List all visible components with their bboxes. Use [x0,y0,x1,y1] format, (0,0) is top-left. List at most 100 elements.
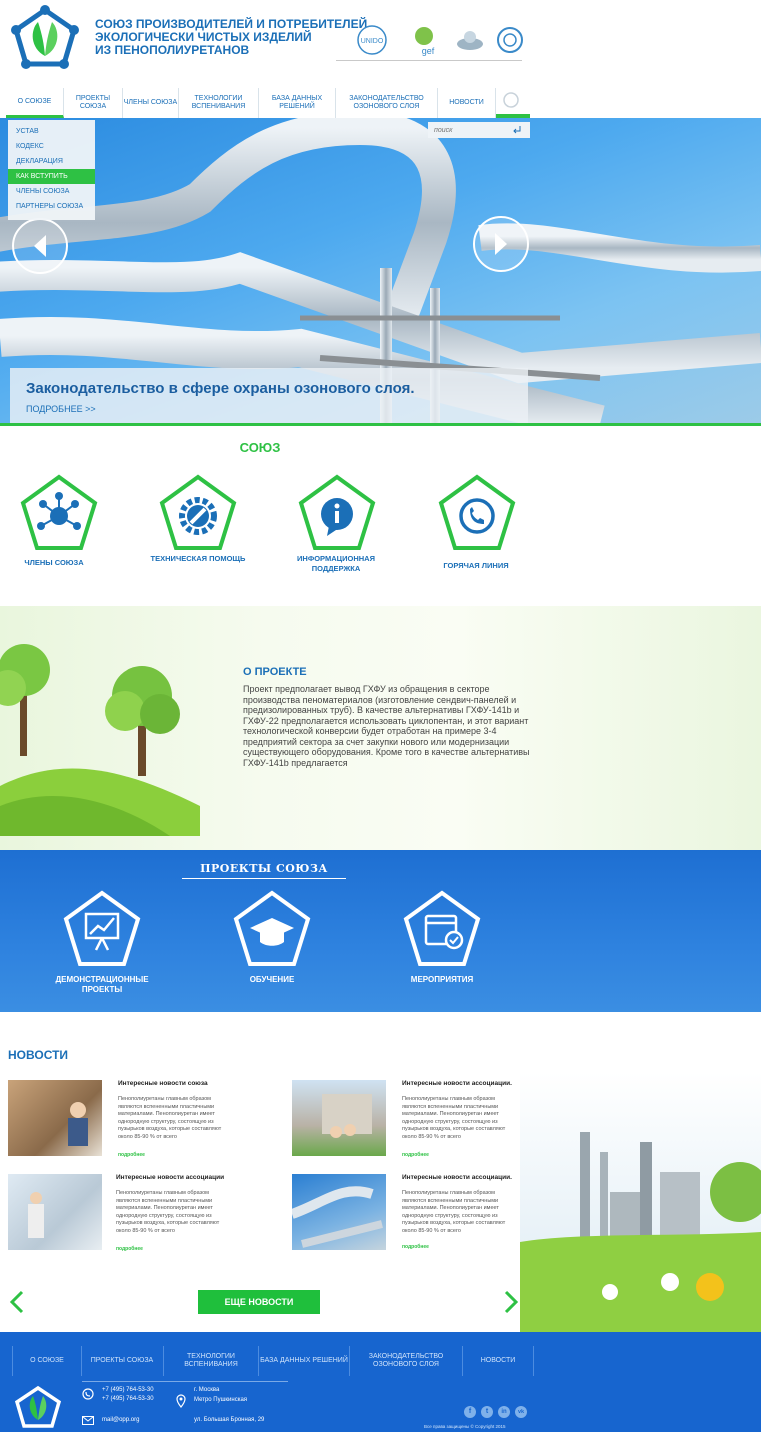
footer-logo-icon[interactable] [12,1384,64,1430]
footer-nav-projects[interactable]: ПРОЕКТЫ СОЮЗА [81,1346,164,1376]
union-card-label: ИНФОРМАЦИОННАЯ ПОДДЕРЖКА [297,554,375,573]
news-body: Пенополиуретаны главным образом являются… [116,1190,220,1234]
unido-logo[interactable]: UNIDO [356,24,388,56]
footer-metro: Метро Пушкинская [194,1397,248,1403]
hero-more-link[interactable]: ПОДРОБНЕЕ >> [26,404,96,414]
search-input[interactable] [434,124,504,136]
organization-name: СОЮЗ ПРОИЗВОДИТЕЛЕЙ И ПОТРЕБИТЕЛЕЙ ЭКОЛО… [95,18,367,57]
news-image[interactable] [8,1080,102,1156]
site-footer: О СОЮЗЕ ПРОЕКТЫ СОЮЗА ТЕХНОЛОГИИ ВСПЕНИВ… [0,1332,761,1432]
news-prev-button[interactable] [8,1290,26,1314]
union-logo-icon[interactable] [8,4,82,72]
news-image[interactable] [292,1080,386,1156]
twitter-icon[interactable]: t [481,1406,493,1418]
hero-caption-title: Законодательство в сфере охраны озоновог… [26,380,415,397]
pipes-photo-icon [290,1186,383,1248]
location-pin-icon [176,1394,186,1408]
unido-text: UNIDO [361,38,384,45]
footer-street: ул. Большая Бронная, 29 [194,1417,265,1423]
more-news-button[interactable]: ЕЩЕ НОВОСТИ [198,1290,320,1314]
nav-item-projects[interactable]: ПРОЕКТЫ СОЮЗА [64,88,123,118]
news-image[interactable] [8,1174,102,1250]
news-next-button[interactable] [502,1290,520,1314]
project-card-label: МЕРОПРИЯТИЯ [410,975,474,984]
footer-nav-database[interactable]: БАЗА ДАННЫХ РЕШЕНИЙ [259,1346,350,1376]
about-title: О ПРОЕКТЕ [243,666,307,678]
news-more-link[interactable]: подробнее [402,1152,429,1158]
union-card-label: ГОРЯЧАЯ ЛИНИЯ [443,561,509,570]
protocol-logo[interactable] [494,24,526,56]
footer-nav-news[interactable]: НОВОСТИ [463,1346,534,1376]
linkedin-icon[interactable]: in [498,1406,510,1418]
news-image[interactable] [290,1174,386,1250]
search-icon [503,92,519,108]
enter-icon[interactable] [512,125,522,135]
project-card-label: ОБУЧЕНИЕ [249,975,295,984]
vk-icon[interactable]: vk [515,1406,527,1418]
news-body: Пенополиуретаны главным образом являются… [402,1096,506,1140]
hero-prev-button[interactable] [12,218,68,274]
news-body: Пенополиуретаны главным образом являются… [118,1096,222,1140]
unido-logo-icon: UNIDO [357,25,387,55]
footer-nav-technologies[interactable]: ТЕХНОЛОГИИ ВСПЕНИВАНИЯ [164,1346,259,1376]
union-card-tech-help[interactable] [153,474,243,557]
news-section: НОВОСТИ Интересные новости союза Пенопол… [0,1012,761,1332]
news-more-link[interactable]: подробнее [118,1152,145,1158]
gear-wrench-icon [159,474,237,550]
news-title[interactable]: Интересные новости ассоциации. [402,1174,512,1181]
site-header: СОЮЗ ПРОИЗВОДИТЕЛЕЙ И ПОТРЕБИТЕЛЕЙ ЭКОЛО… [0,0,761,90]
footer-phone-2[interactable]: +7 (495) 764-53-30 [102,1395,154,1404]
nav-item-technologies[interactable]: ТЕХНОЛОГИИ ВСПЕНИВАНИЯ [179,88,259,118]
protocol-logo-icon [497,27,523,53]
dropdown-item-partners[interactable]: ПАРТНЕРЫ СОЮЗА [8,199,95,214]
mail-icon [82,1416,94,1425]
union-card-label: ТЕХНИЧЕСКАЯ ПОМОЩЬ [150,554,246,563]
project-card-events[interactable] [402,890,482,973]
footer-nav-about[interactable]: О СОЮЗЕ [12,1346,82,1376]
footer-city: г. Москва [194,1387,220,1393]
info-icon [298,474,376,550]
union-card-info-support[interactable] [292,474,382,557]
news-more-link[interactable]: подробнее [402,1244,429,1250]
presentation-chart-icon [63,890,141,966]
calendar-check-icon [403,890,481,966]
about-text: Проект предполагает вывод ГХФУ из обраще… [243,684,530,768]
chevron-right-icon [495,233,507,255]
footer-copyright: Все права защищены © Copyright 2015 [424,1424,506,1429]
dropdown-item-charter[interactable]: УСТАВ [8,124,95,139]
news-more-link[interactable]: подробнее [116,1246,143,1252]
gef-logo-icon: gef [415,27,435,56]
news-title[interactable]: Интересные новости ассоциации [116,1174,224,1181]
family-house-photo-icon [322,1094,372,1138]
project-card-training[interactable] [232,890,312,973]
nav-search-button[interactable] [496,88,530,118]
union-card-members[interactable] [14,474,104,557]
project-card-demo[interactable] [62,890,142,973]
nav-item-members[interactable]: ЧЛЕНЫ СОЮЗА [123,88,179,118]
hero-next-button[interactable] [473,216,529,272]
graduation-cap-icon [233,890,311,966]
projects-title-underline [182,878,346,879]
news-title[interactable]: Интересные новости ассоциации. [402,1080,512,1087]
org-name-line: ИЗ ПЕНОПОЛИУРЕТАНОВ [95,43,250,57]
header-divider [336,60,522,61]
dropdown-item-code[interactable]: КОДЕКС [8,139,95,154]
about-dropdown-menu: УСТАВ КОДЕКС ДЕКЛАРАЦИЯ КАК ВСТУПИТЬ ЧЛЕ… [8,120,95,220]
gef-logo[interactable]: gef [410,24,442,56]
union-card-hotline[interactable] [432,474,522,557]
ozone-logo-icon [457,31,483,50]
news-title[interactable]: Интересные новости союза [118,1080,208,1087]
nav-item-about[interactable]: О СОЮЗЕ [6,88,64,118]
nav-item-news[interactable]: НОВОСТИ [438,88,496,118]
dropdown-item-declaration[interactable]: ДЕКЛАРАЦИЯ [8,154,95,169]
dropdown-item-members[interactable]: ЧЛЕНЫ СОЮЗА [8,184,95,199]
footer-nav-legislation[interactable]: ЗАКОНОДАТЕЛЬСТВО ОЗОНОВОГО СЛОЯ [350,1346,463,1376]
footer-phone-1[interactable]: +7 (495) 764-53-30 [102,1386,154,1395]
nav-item-legislation[interactable]: ЗАКОНОДАТЕЛЬСТВО ОЗОНОВОГО СЛОЯ [336,88,438,118]
nav-item-database[interactable]: БАЗА ДАННЫХ РЕШЕНИЙ [259,88,336,118]
dropdown-item-how-to-join[interactable]: КАК ВСТУПИТЬ [8,169,95,184]
search-dropdown [428,122,530,138]
facebook-icon[interactable]: f [464,1406,476,1418]
ozone-logo[interactable] [454,24,486,56]
footer-email[interactable]: mail@opp.org [102,1416,139,1425]
